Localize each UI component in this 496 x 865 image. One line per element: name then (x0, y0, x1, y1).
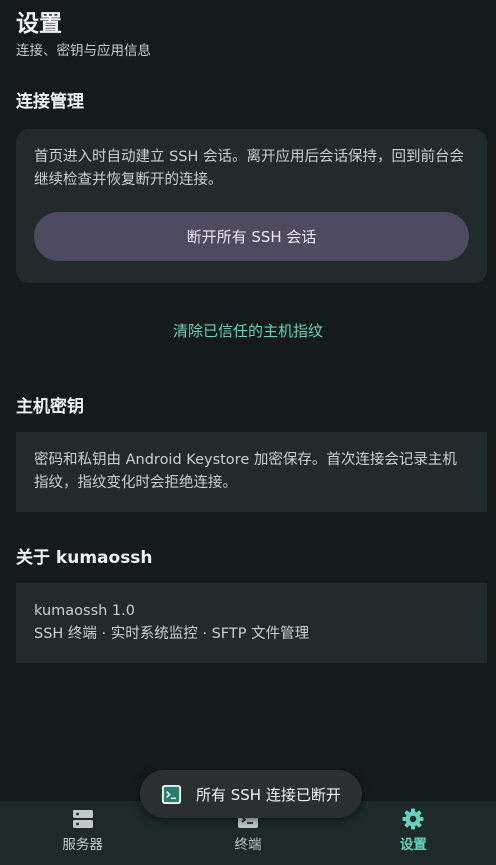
section-title-keys: 主机密钥 (16, 397, 84, 417)
nav-label-servers: 服务器 (62, 837, 103, 853)
keys-description: 密码和私钥由 Android Keystore 加密保存。首次连接会记录主机指纹… (34, 452, 457, 491)
nav-item-servers[interactable]: 服务器 (0, 801, 165, 865)
server-icon (72, 810, 93, 828)
nav-label-settings: 设置 (399, 837, 427, 853)
about-card: kumaossh 1.0 SSH 终端 · 实时系统监控 · SFTP 文件管理 (16, 583, 487, 663)
toast-text: 所有 SSH 连接已断开 (196, 785, 341, 804)
disconnect-all-button[interactable]: 断开所有 SSH 会话 (34, 212, 469, 261)
terminal-icon (161, 784, 182, 804)
connection-card: 首页进入时自动建立 SSH 会话。离开应用后会话保持，回到前台会继续检查并恢复断… (16, 129, 487, 283)
connection-description: 首页进入时自动建立 SSH 会话。离开应用后会话保持，回到前台会继续检查并恢复断… (34, 149, 465, 188)
nav-item-settings[interactable]: 设置 (331, 801, 496, 865)
about-features: SSH 终端 · 实时系统监控 · SFTP 文件管理 (34, 626, 310, 642)
nav-label-terminal: 终端 (234, 837, 262, 853)
section-title-about: 关于 kumaossh (16, 548, 153, 568)
about-version: kumaossh 1.0 (34, 603, 135, 619)
clear-fingerprints-button[interactable]: 清除已信任的主机指纹 (0, 320, 496, 342)
keys-card: 密码和私钥由 Android Keystore 加密保存。首次连接会记录主机指纹… (16, 432, 487, 512)
page-title: 设置 (16, 11, 62, 37)
section-title-connection: 连接管理 (16, 92, 84, 112)
toast-message: 所有 SSH 连接已断开 (140, 770, 362, 818)
page-header: 设置 连接、密钥与应用信息 (16, 8, 151, 61)
page-subtitle: 连接、密钥与应用信息 (16, 43, 151, 59)
gear-icon (402, 808, 424, 830)
